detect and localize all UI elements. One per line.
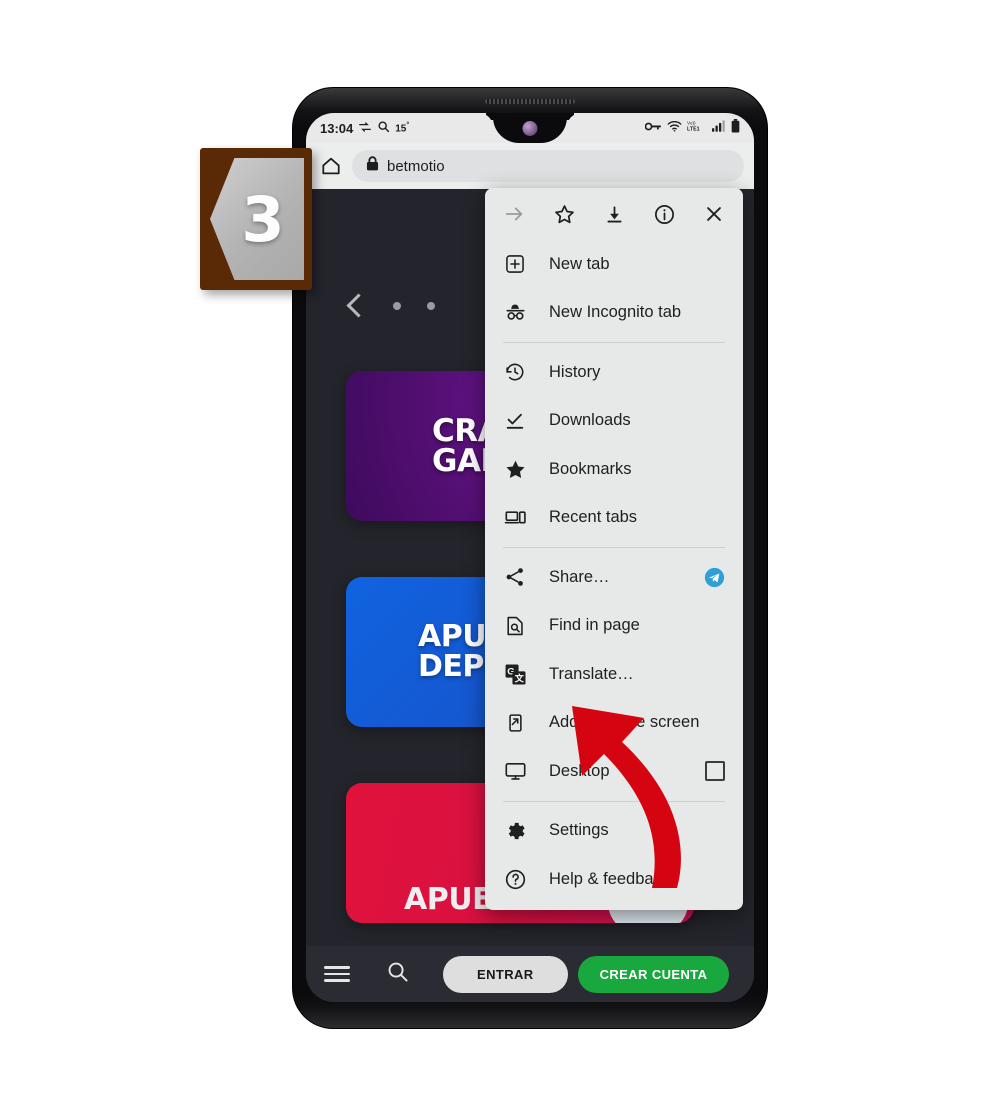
downloads-icon [503,409,527,433]
login-button[interactable]: ENTRAR [443,955,568,993]
menu-item-label: Add to Home screen [549,713,700,732]
menu-item-settings[interactable]: Settings [485,807,743,856]
phone-frame: 13:04 15° Vo)) LTE1 betmotio CRAS GAM AP… [293,88,767,1028]
menu-item-label: Share… [549,567,610,586]
status-bar-right: Vo)) LTE1 [644,118,740,138]
menu-item-label: Find in page [549,616,640,635]
volte-icon: Vo)) LTE1 [687,119,707,137]
menu-item-label: History [549,362,601,381]
menu-divider [503,342,725,343]
menu-item-new-incognito-tab[interactable]: New Incognito tab [485,289,743,338]
svg-text:Vo)): Vo)) [687,121,696,126]
menu-item-label: Help & feedback [549,869,671,888]
hamburger-icon[interactable] [324,966,350,982]
desktop-icon [503,759,527,783]
speaker-grill [485,99,575,104]
menu-item-add-to-home-screen[interactable]: Add to Home screen [485,699,743,748]
menu-divider [503,547,725,548]
step-badge-number: 3 [241,182,285,256]
settings-gear-icon [503,819,527,843]
menu-item-new-tab[interactable]: New tab [485,240,743,289]
menu-item-label: Downloads [549,411,631,430]
status-temperature: 15° [395,121,410,135]
download-icon[interactable] [599,199,629,229]
desktop-checkbox[interactable] [705,761,725,782]
site-bottom-bar: ENTRAR CREAR CUENTA [306,946,754,1002]
status-time: 13:04 [320,120,354,136]
step-badge: 3 [200,148,312,290]
menu-item-label: Bookmarks [549,459,632,478]
vpn-key-icon [644,119,662,137]
menu-item-history[interactable]: History [485,348,743,397]
menu-item-label: Settings [549,821,609,840]
menu-item-share[interactable]: Share… [485,553,743,602]
close-icon[interactable] [699,199,729,229]
chevron-left-icon[interactable] [346,293,371,318]
wifi-icon [667,119,682,137]
menu-item-find-in-page[interactable]: Find in page [485,602,743,651]
bookmarks-star-icon [503,457,527,481]
svg-text:LTE1: LTE1 [687,127,700,132]
menu-item-label: New Incognito tab [549,303,682,322]
front-camera [522,121,538,136]
menu-item-label: Recent tabs [549,508,638,527]
browser-toolbar: betmotio [306,143,754,189]
telegram-icon[interactable] [704,567,725,588]
battery-icon [731,118,740,138]
page-info-icon[interactable] [649,199,679,229]
translate-icon: G 文 [503,662,527,686]
carousel-dot[interactable] [427,301,435,310]
menu-item-help-feedback[interactable]: Help & feedback [485,855,743,904]
carousel-nav[interactable] [346,293,435,318]
menu-item-label: Translate… [549,664,634,683]
omnibox[interactable]: betmotio [352,150,744,182]
checkbox-unchecked-icon [705,761,725,782]
search-icon[interactable] [386,960,409,988]
signup-button[interactable]: CREAR CUENTA [577,955,730,993]
history-icon [503,360,527,384]
find-in-page-icon [503,614,527,638]
new-tab-icon [503,252,527,276]
forward-arrow-icon[interactable] [499,199,529,229]
lock-icon [366,156,379,176]
add-to-home-screen-icon [503,711,527,735]
menu-item-label: Desktop [549,761,610,780]
incognito-icon [503,301,527,325]
sync-icon [358,120,372,137]
menu-top-actions-row [485,188,743,240]
recent-tabs-icon [503,506,527,530]
status-bar-left: 13:04 15° [320,120,409,137]
signal-bars-icon [712,119,726,137]
menu-item-translate[interactable]: G 文 Translate… [485,650,743,699]
phone-screen: 13:04 15° Vo)) LTE1 betmotio CRAS GAM AP… [306,113,754,1002]
svg-text:文: 文 [513,672,524,683]
omnibox-url-text: betmotio [387,157,445,175]
help-feedback-icon [503,867,527,891]
menu-item-desktop[interactable]: Desktop [485,747,743,796]
menu-item-label: New tab [549,254,610,273]
menu-item-recent-tabs[interactable]: Recent tabs [485,494,743,543]
share-icon [503,565,527,589]
menu-divider [503,800,725,802]
chrome-overflow-menu: New tab New Incognito tab History Downlo… [485,188,743,910]
menu-item-downloads[interactable]: Downloads [485,397,743,446]
carousel-dot[interactable] [393,301,401,310]
bookmark-star-icon[interactable] [549,199,579,229]
menu-item-bookmarks[interactable]: Bookmarks [485,445,743,494]
search-icon [377,120,390,136]
home-icon[interactable] [316,151,346,181]
